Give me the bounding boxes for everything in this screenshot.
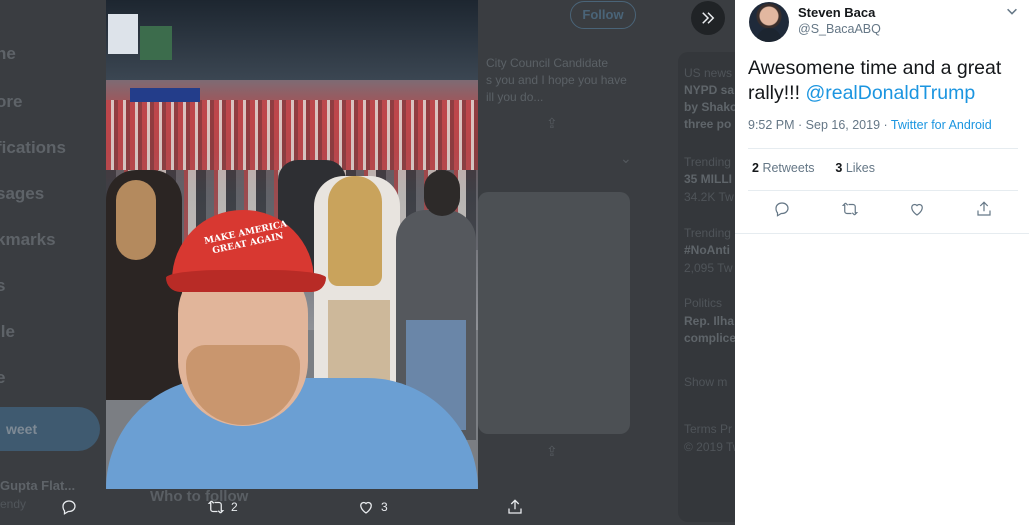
- tweet-timestamp[interactable]: 9:52 PM · Sep 16, 2019 ·: [748, 118, 891, 132]
- nav-item-more: e: [0, 368, 6, 387]
- trend-meta: 2,095 Tw: [684, 261, 733, 275]
- background-feed-line: City Council Candidate: [486, 56, 609, 70]
- trend-meta: Politics: [684, 296, 723, 310]
- background-follow-button: Follow: [570, 1, 636, 29]
- reply-icon: [775, 202, 789, 217]
- retweets-stat[interactable]: 2 Retweets: [752, 161, 815, 175]
- like-count: 3: [835, 161, 843, 175]
- photo-like-count: 3: [381, 500, 388, 514]
- photo-retweet-button[interactable]: 2: [207, 498, 238, 516]
- trend-title: by Shako: [684, 100, 735, 114]
- trend-title: Rep. Ilha: [684, 314, 735, 328]
- share-icon: ⇪: [546, 443, 558, 459]
- background-feed-line: s you and I hope you have: [486, 73, 627, 87]
- background-feed-image: [478, 192, 630, 434]
- nav-item-bookmarks: kmarks: [0, 230, 56, 249]
- divider: [735, 233, 1029, 234]
- mention-link[interactable]: @realDonaldTrump: [805, 82, 975, 104]
- crowd-person-head: [424, 170, 460, 216]
- trend-title: complice: [684, 331, 735, 345]
- retweet-label: Retweets: [762, 161, 815, 175]
- arena-screen: [108, 14, 138, 54]
- trend-meta: Terms Pr: [684, 422, 732, 436]
- nav-item-messages: sages: [0, 184, 45, 203]
- avatar-suit: [757, 28, 781, 42]
- avatar[interactable]: [749, 2, 789, 42]
- share-icon: [508, 499, 522, 514]
- trend-title: NYPD sa: [684, 83, 735, 97]
- retweet-count: 2: [752, 161, 759, 175]
- nav-item-notifications: fications: [0, 138, 66, 157]
- trend-meta: US news: [684, 66, 733, 80]
- divider: [748, 148, 1018, 149]
- share-icon: [977, 201, 991, 216]
- user-handle[interactable]: @S_BacaABQ: [798, 22, 881, 36]
- background-account-name: Gupta Flat...: [0, 478, 76, 493]
- photo-reply-button[interactable]: [60, 498, 78, 516]
- tweet-menu-button[interactable]: [1005, 4, 1019, 18]
- user-display-name[interactable]: Steven Baca: [798, 5, 875, 20]
- arena-banner: [130, 88, 200, 102]
- tweet-photo[interactable]: MAKE AMERICA GREAT AGAIN: [106, 0, 478, 489]
- reply-icon: [62, 500, 76, 515]
- share-icon: ⇪: [546, 115, 558, 131]
- background-feed: Follow City Council Candidate s you and …: [478, 0, 643, 525]
- background-account-handle: endy: [0, 497, 27, 511]
- background-feed-line: ill you do...: [486, 90, 544, 104]
- trend-title: 35 MILLI: [684, 172, 733, 186]
- background-trends: US news NYPD sa by Shako three po Trendi…: [678, 52, 735, 522]
- heart-icon: [911, 203, 923, 216]
- nav-item-home: ne: [0, 44, 16, 63]
- trend-meta: Trending: [684, 226, 731, 240]
- tweet-actions: [735, 200, 1029, 224]
- like-button[interactable]: [908, 200, 928, 220]
- trend-meta: Show m: [684, 375, 728, 389]
- nav-item-lists: s: [0, 276, 6, 295]
- trend-meta: 34.2K Tw: [684, 190, 734, 204]
- photo-retweet-count: 2: [231, 500, 238, 514]
- like-label: Likes: [845, 161, 876, 175]
- tweet-text: Awesomene time and a great rally!!! @rea…: [748, 56, 1018, 106]
- maga-cap-bill: [166, 270, 326, 292]
- trend-meta: © 2019 Tw: [684, 440, 735, 454]
- tweet-stats: 2 Retweets 3 Likes: [752, 161, 875, 175]
- crowd-person-hair: [116, 180, 156, 260]
- tweet-source[interactable]: Twitter for Android: [891, 118, 992, 132]
- divider: [748, 190, 1018, 191]
- arena-screen: [140, 26, 172, 60]
- background-nav: ne ore fications sages kmarks s ile e we…: [0, 0, 106, 525]
- nav-item-explore: ore: [0, 92, 23, 111]
- photo-share-button[interactable]: [506, 498, 524, 516]
- share-button[interactable]: [975, 200, 995, 220]
- likes-stat[interactable]: 3 Likes: [835, 161, 875, 175]
- reply-button[interactable]: [773, 200, 793, 220]
- nav-item-profile: ile: [0, 322, 15, 341]
- trend-title: #NoAnti: [684, 243, 730, 257]
- chevron-down-icon: [1007, 8, 1017, 15]
- tweet-meta: 9:52 PM · Sep 16, 2019 · Twitter for And…: [748, 118, 992, 132]
- collapse-panel-button[interactable]: [691, 1, 725, 35]
- photo-like-button[interactable]: 3: [357, 498, 388, 516]
- crowd-stands: [106, 100, 478, 170]
- retweet-button[interactable]: [841, 200, 861, 220]
- retweet-icon: [207, 500, 225, 514]
- background-tweet-button: weet: [0, 407, 100, 451]
- retweet-icon: [841, 202, 859, 216]
- chevron-down-icon: ⌄: [620, 150, 632, 166]
- tweet-detail-panel: Steven Baca @S_BacaABQ Awesomene time an…: [735, 0, 1029, 525]
- trend-title: three po: [684, 117, 732, 131]
- trend-meta: Trending: [684, 155, 731, 169]
- heart-icon: [360, 501, 372, 514]
- crowd-person-hair: [328, 176, 382, 286]
- double-chevron-right-icon: [702, 12, 715, 24]
